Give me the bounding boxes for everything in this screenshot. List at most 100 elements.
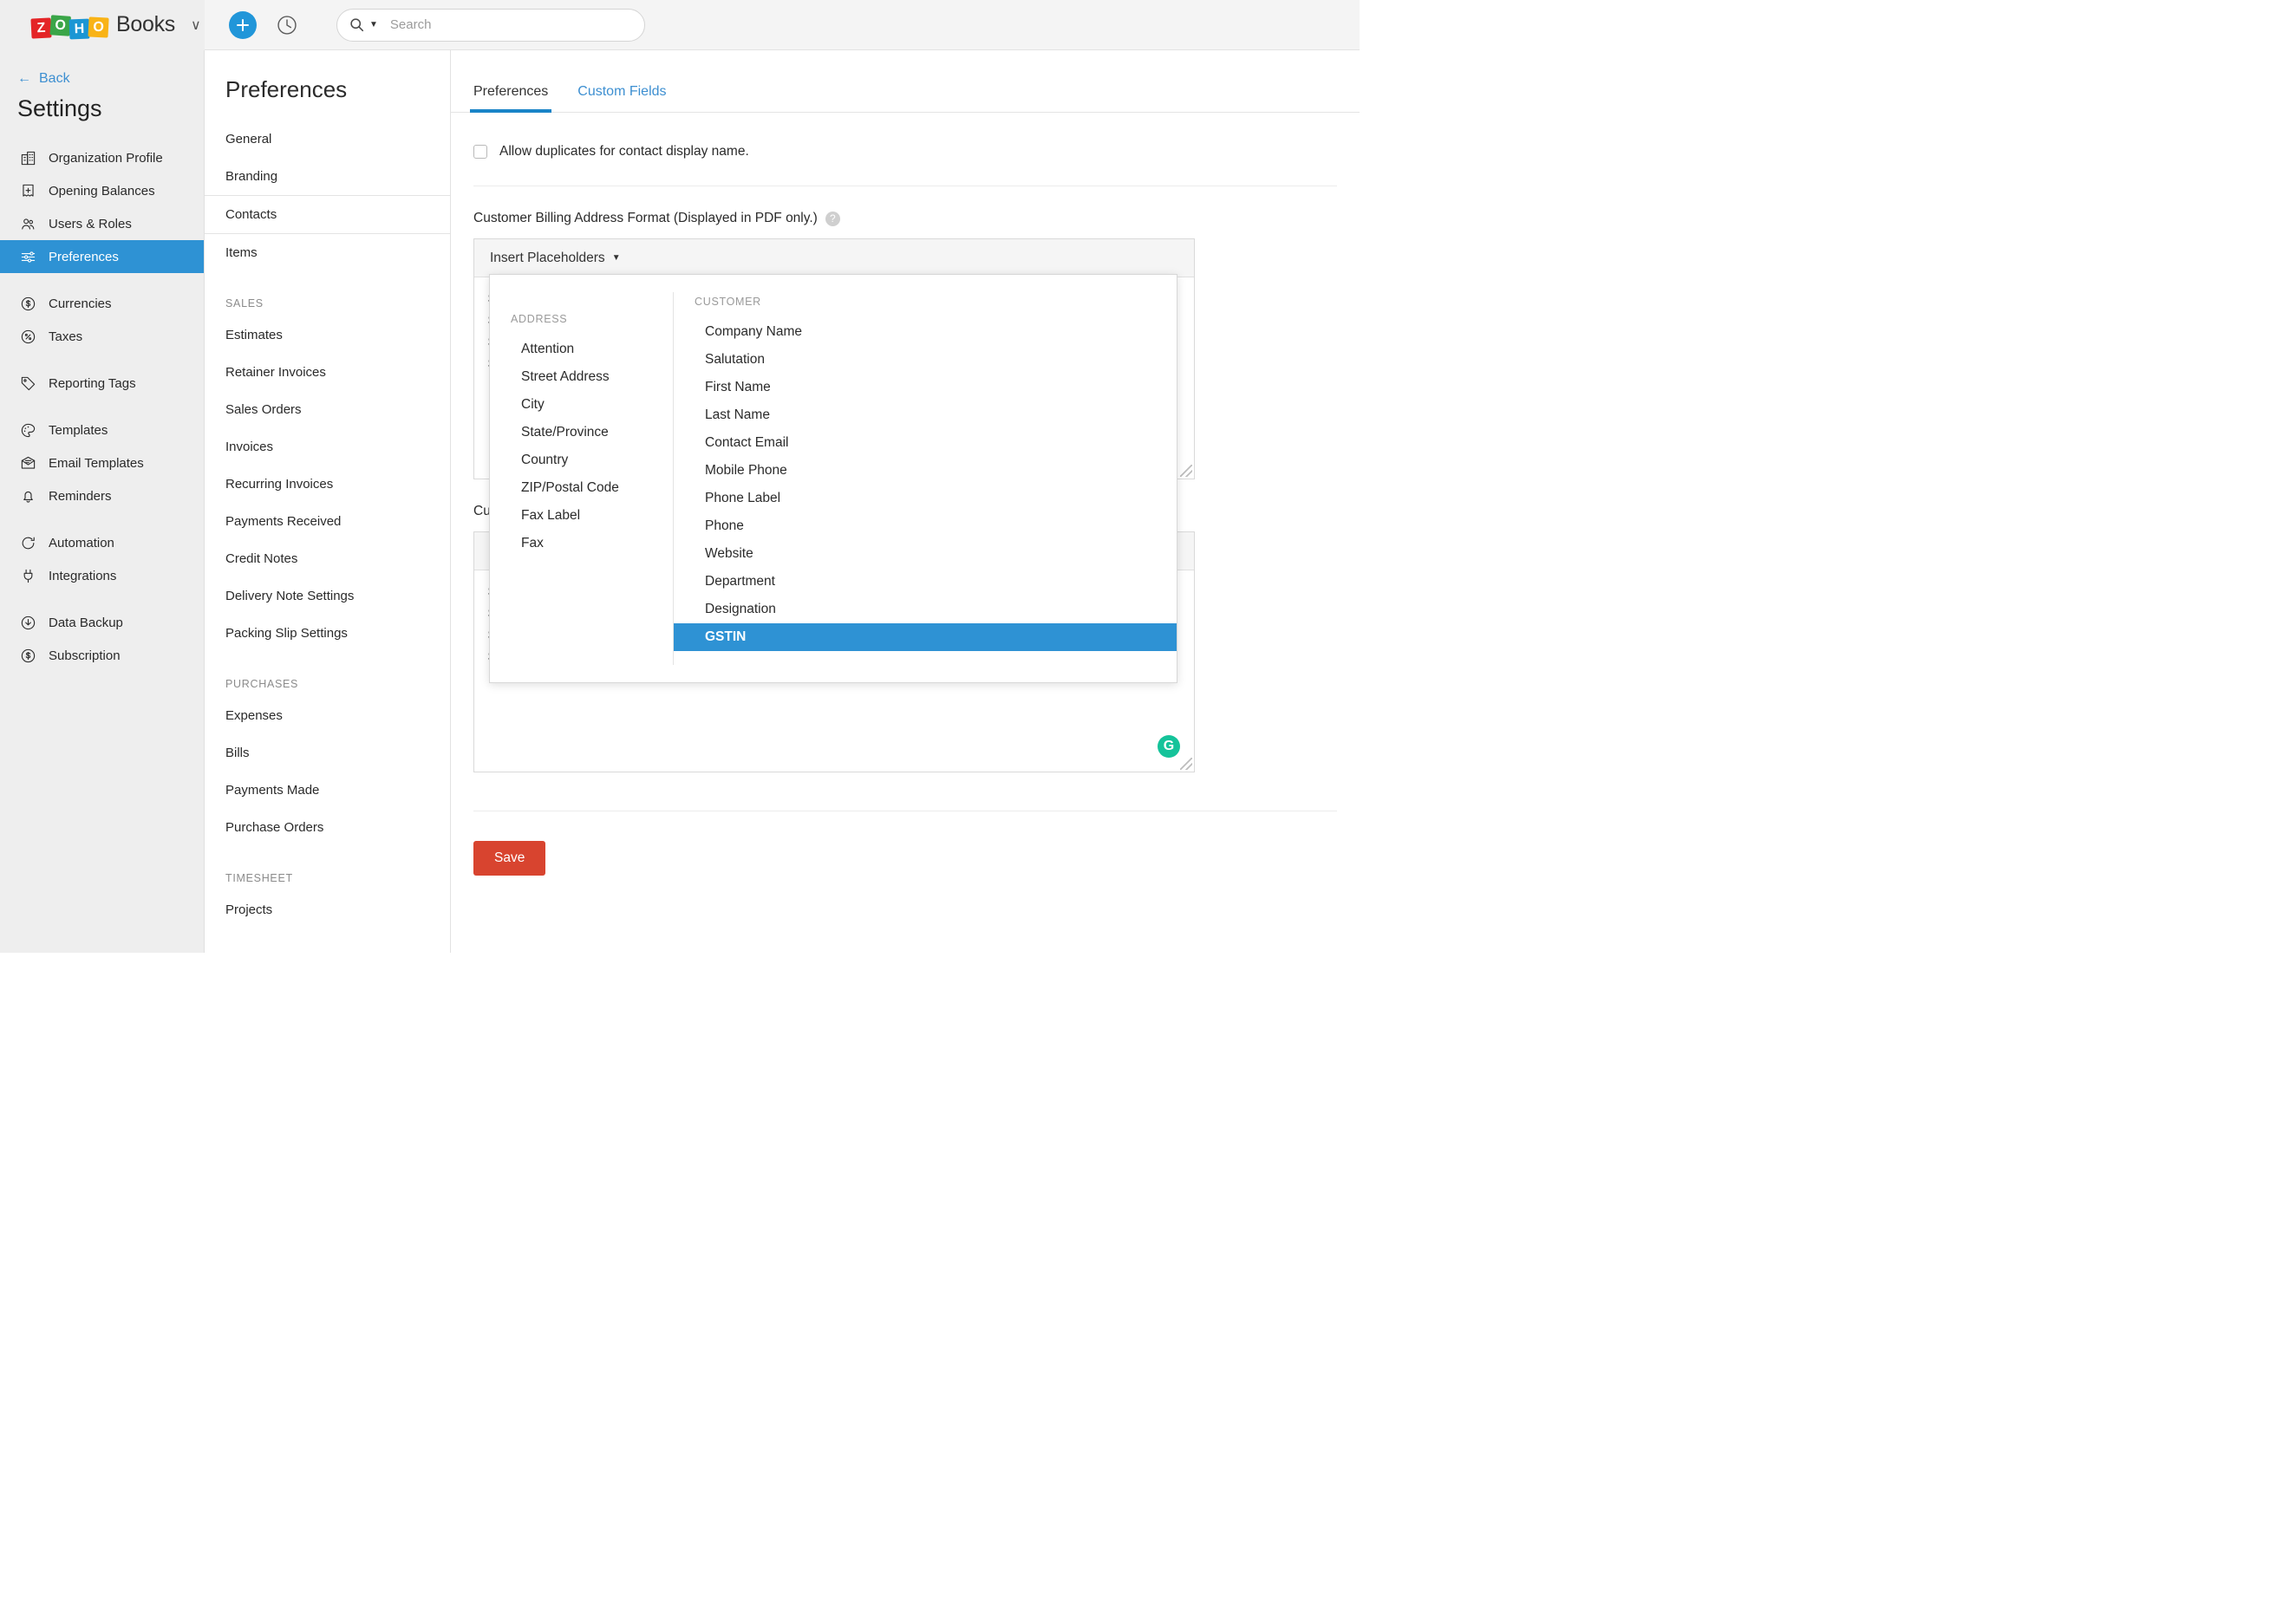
preferences-item-items[interactable]: Items xyxy=(205,234,450,271)
sidebar-item-reporting-tags[interactable]: Reporting Tags xyxy=(0,367,204,400)
placeholder-item-fax[interactable]: Fax xyxy=(490,530,673,557)
preferences-item-estimates[interactable]: Estimates xyxy=(205,316,450,354)
sidebar-item-reminders[interactable]: Reminders xyxy=(0,479,204,512)
placeholder-item-mobile-phone[interactable]: Mobile Phone xyxy=(674,457,1177,485)
placeholder-item-gstin[interactable]: GSTIN xyxy=(674,623,1177,651)
sidebar-item-users-roles[interactable]: Users & Roles xyxy=(0,207,204,240)
preferences-item-packing-slip-settings[interactable]: Packing Slip Settings xyxy=(205,615,450,652)
preferences-item-sales-orders[interactable]: Sales Orders xyxy=(205,391,450,428)
save-button[interactable]: Save xyxy=(473,841,546,876)
placeholder-item-company-name[interactable]: Company Name xyxy=(674,318,1177,346)
preferences-item-expenses[interactable]: Expenses xyxy=(205,697,450,734)
sidebar-item-email-templates[interactable]: Email Templates xyxy=(0,446,204,479)
resize-handle-icon[interactable] xyxy=(1180,465,1192,477)
sidebar-item-organization-profile[interactable]: Organization Profile xyxy=(0,141,204,174)
sidebar-item-label: Organization Profile xyxy=(49,150,163,166)
back-link[interactable]: ← Back xyxy=(0,50,204,87)
billing-editor-toolbar: Insert Placeholders ▼ xyxy=(474,239,1194,277)
search-scope-caret-icon[interactable]: ▼ xyxy=(369,20,378,29)
users-icon xyxy=(19,215,36,232)
popup-address-heading: ADDRESS xyxy=(511,313,568,325)
preferences-item-retainer-invoices[interactable]: Retainer Invoices xyxy=(205,354,450,391)
add-new-button[interactable] xyxy=(229,10,257,39)
placeholder-item-last-name[interactable]: Last Name xyxy=(674,401,1177,429)
search-input[interactable] xyxy=(389,17,632,32)
download-icon xyxy=(19,614,36,631)
insert-placeholders-label: Insert Placeholders xyxy=(490,250,605,265)
tag-icon xyxy=(19,375,36,392)
placeholder-item-phone[interactable]: Phone xyxy=(674,512,1177,540)
preferences-item-purchase-orders[interactable]: Purchase Orders xyxy=(205,809,450,846)
billing-address-format-label: Customer Billing Address Format (Display… xyxy=(473,211,1337,226)
placeholder-item-state-province[interactable]: State/Province xyxy=(490,419,673,446)
preferences-item-delivery-note-settings[interactable]: Delivery Note Settings xyxy=(205,577,450,615)
help-icon[interactable]: ? xyxy=(825,211,840,226)
settings-sidebar: ← Back Settings Organization Profile Open… xyxy=(0,50,205,953)
preferences-column-title: Preferences xyxy=(225,76,348,102)
placeholder-item-country[interactable]: Country xyxy=(490,446,673,474)
preferences-item-contacts[interactable]: Contacts xyxy=(205,195,450,234)
chevron-down-icon[interactable]: ∨ xyxy=(191,16,201,34)
receipt-icon xyxy=(19,182,36,199)
placeholder-item-attention[interactable]: Attention xyxy=(490,335,673,363)
placeholder-item-zip-postal-code[interactable]: ZIP/Postal Code xyxy=(490,474,673,502)
tab-custom-fields[interactable]: Custom Fields xyxy=(577,84,666,112)
sidebar-item-data-backup[interactable]: Data Backup xyxy=(0,606,204,639)
placeholder-item-first-name[interactable]: First Name xyxy=(674,374,1177,401)
insert-placeholders-button[interactable]: Insert Placeholders ▼ xyxy=(490,251,621,266)
sidebar-item-taxes[interactable]: Taxes xyxy=(0,320,204,353)
placeholder-item-department[interactable]: Department xyxy=(674,568,1177,596)
search-box[interactable]: ▼ xyxy=(336,8,645,42)
page-title: Settings xyxy=(17,95,102,121)
allow-duplicates-checkbox[interactable] xyxy=(473,145,487,159)
placeholder-item-phone-label[interactable]: Phone Label xyxy=(674,485,1177,512)
back-label: Back xyxy=(39,71,70,86)
logo-block-z: Z xyxy=(30,16,52,39)
placeholder-item-salutation[interactable]: Salutation xyxy=(674,346,1177,374)
sidebar-item-integrations[interactable]: Integrations xyxy=(0,559,204,592)
sidebar-item-subscription[interactable]: Subscription xyxy=(0,639,204,672)
logo-block-h: H xyxy=(68,18,90,39)
placeholder-item-fax-label[interactable]: Fax Label xyxy=(490,502,673,530)
placeholder-item-designation[interactable]: Designation xyxy=(674,596,1177,623)
main-content: Preferences Custom Fields Allow duplicat… xyxy=(451,50,1360,953)
sidebar-item-label: Templates xyxy=(49,422,108,438)
logo-block-o2: O xyxy=(88,16,109,38)
popup-address-column: ADDRESS Attention Street Address City State… xyxy=(490,292,674,665)
sidebar-item-templates[interactable]: Templates xyxy=(0,414,204,446)
chevron-down-icon: ▼ xyxy=(611,253,621,263)
preferences-item-general[interactable]: General xyxy=(205,121,450,158)
placeholder-item-contact-email[interactable]: Contact Email xyxy=(674,429,1177,457)
preferences-item-payments-made[interactable]: Payments Made xyxy=(205,772,450,809)
sidebar-item-label: Automation xyxy=(49,535,114,550)
sidebar-item-currencies[interactable]: Currencies xyxy=(0,287,204,320)
preferences-item-bills[interactable]: Bills xyxy=(205,734,450,772)
placeholder-item-street-address[interactable]: Street Address xyxy=(490,363,673,391)
sidebar-item-label: Data Backup xyxy=(49,615,123,630)
preferences-item-recurring-invoices[interactable]: Recurring Invoices xyxy=(205,466,450,503)
grammarly-icon[interactable]: G xyxy=(1158,735,1180,758)
palette-icon xyxy=(19,421,36,439)
tab-preferences[interactable]: Preferences xyxy=(469,84,552,113)
resize-handle-icon[interactable] xyxy=(1180,758,1192,770)
clock-history-icon[interactable] xyxy=(276,13,300,37)
preferences-item-projects[interactable]: Projects xyxy=(205,891,450,928)
placeholder-item-city[interactable]: City xyxy=(490,391,673,419)
placeholder-item-website[interactable]: Website xyxy=(674,540,1177,568)
allow-duplicates-row[interactable]: Allow duplicates for contact display nam… xyxy=(473,139,1337,160)
preferences-item-payments-received[interactable]: Payments Received xyxy=(205,503,450,540)
sidebar-item-automation[interactable]: Automation xyxy=(0,526,204,559)
brand-area[interactable]: Z O H O Books ∨ xyxy=(0,0,205,50)
sidebar-item-label: Preferences xyxy=(49,249,119,264)
preferences-item-credit-notes[interactable]: Credit Notes xyxy=(205,540,450,577)
preferences-item-branding[interactable]: Branding xyxy=(205,158,450,195)
preferences-item-invoices[interactable]: Invoices xyxy=(205,428,450,466)
bell-icon xyxy=(19,487,36,505)
dollar-circle-icon xyxy=(19,647,36,664)
sidebar-item-preferences[interactable]: Preferences xyxy=(0,240,204,273)
sidebar-item-opening-balances[interactable]: Opening Balances xyxy=(0,174,204,207)
